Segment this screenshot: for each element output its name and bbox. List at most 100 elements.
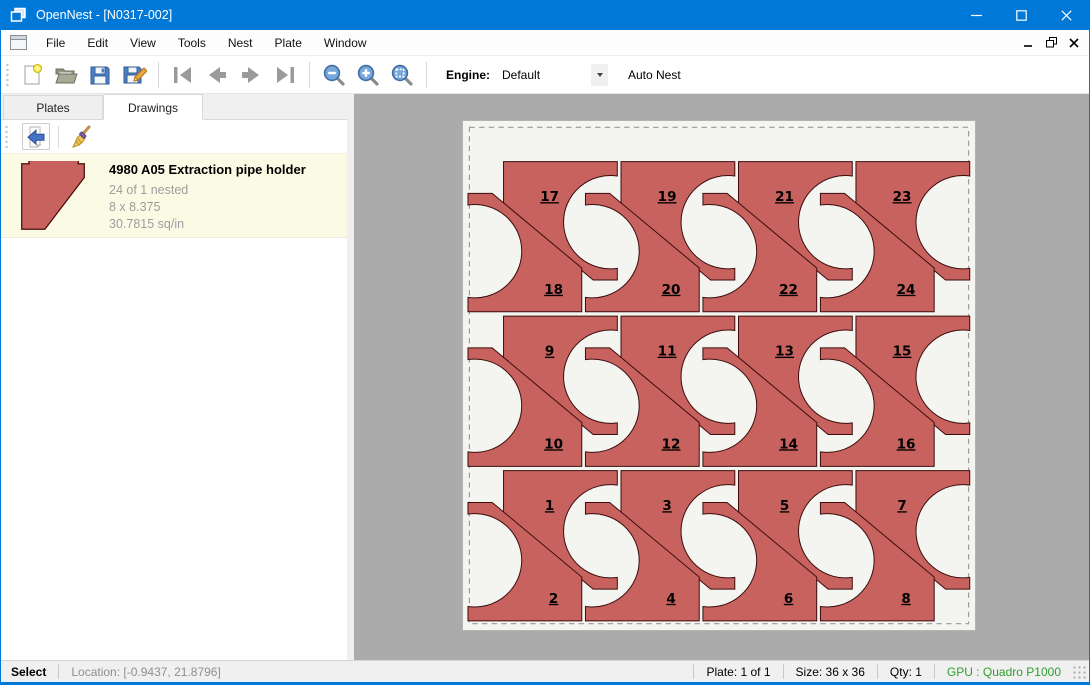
toolbar-separator [309, 62, 310, 88]
drawing-title: 4980 A05 Extraction pipe holder [109, 162, 306, 177]
import-drawing-button[interactable] [22, 123, 50, 150]
app-window: OpenNest - [N0317-002] File Edit View To… [0, 0, 1090, 685]
save-as-icon [121, 63, 147, 87]
plate-sheet[interactable]: 171819202122232491011121314151612345678 [462, 120, 976, 631]
zoom-out-icon [322, 63, 346, 87]
toolbar-separator [158, 62, 159, 88]
menu-view[interactable]: View [119, 30, 167, 56]
plate-svg: 171819202122232491011121314151612345678 [463, 121, 975, 630]
maximize-icon [1017, 10, 1026, 19]
panel-toolbar-separator [58, 126, 59, 148]
tab-drawings[interactable]: Drawings [103, 94, 203, 120]
part-number-label: 3 [662, 498, 671, 514]
part-number-label: 11 [658, 344, 677, 360]
app-icon [10, 7, 27, 23]
status-mode: Select [1, 665, 58, 679]
mdi-minimize-button[interactable] [1024, 38, 1034, 48]
part-number-label: 13 [775, 344, 794, 360]
status-bar: Select Location: [-0.9437, 21.8796] Plat… [1, 660, 1089, 682]
part-thumbnail [15, 161, 91, 232]
left-panel: Plates Drawings [1, 94, 347, 660]
maximize-button[interactable] [999, 0, 1044, 30]
main-toolbar: Engine: Default Auto Nest [1, 56, 1089, 94]
save-as-button[interactable] [118, 60, 150, 90]
mdi-close-button[interactable] [1069, 38, 1079, 48]
status-gpu: GPU : Quadro P1000 [935, 665, 1073, 679]
zoom-fit-button[interactable] [386, 60, 418, 90]
minimize-button[interactable] [954, 0, 999, 30]
menu-file[interactable]: File [35, 30, 76, 56]
status-qty: Qty: 1 [878, 665, 934, 679]
open-folder-icon [53, 63, 79, 87]
status-plate: Plate: 1 of 1 [694, 665, 782, 679]
close-icon [1062, 10, 1071, 19]
panel-tabs: Plates Drawings [1, 94, 347, 120]
part-number-label: 14 [779, 436, 798, 452]
drawing-list-item[interactable]: 4980 A05 Extraction pipe holder 24 of 1 … [1, 153, 347, 238]
previous-arrow-icon [204, 65, 230, 85]
menu-plate[interactable]: Plate [264, 30, 313, 56]
part-number-label: 17 [540, 189, 559, 205]
save-button[interactable] [84, 60, 116, 90]
part-number-label: 6 [784, 591, 793, 607]
part-number-label: 5 [780, 498, 789, 514]
zoom-fit-icon [390, 63, 414, 87]
panel-toolbar-drag-handle[interactable] [4, 124, 9, 150]
chevron-down-icon[interactable] [591, 64, 608, 86]
first-plate-button[interactable] [167, 60, 199, 90]
previous-plate-button[interactable] [201, 60, 233, 90]
import-arrow-icon [25, 126, 47, 148]
drawings-toolbar [1, 120, 347, 153]
engine-label: Engine: [446, 68, 490, 82]
drawings-list-empty-area [1, 238, 347, 660]
broom-icon [69, 125, 93, 149]
part-number-label: 16 [897, 436, 916, 452]
open-button[interactable] [50, 60, 82, 90]
drawing-nested-count: 24 of 1 nested [109, 182, 306, 199]
tab-plates[interactable]: Plates [3, 95, 103, 119]
zoom-out-button[interactable] [318, 60, 350, 90]
part-number-label: 2 [549, 591, 558, 607]
mdi-restore-button[interactable] [1046, 37, 1057, 48]
first-arrow-icon [170, 65, 196, 85]
engine-value: Default [498, 68, 591, 82]
next-arrow-icon [238, 65, 264, 85]
new-button[interactable] [16, 60, 48, 90]
clear-drawings-button[interactable] [67, 123, 95, 150]
new-file-icon [20, 63, 44, 87]
document-window-icon[interactable] [10, 35, 27, 50]
part-number-label: 4 [666, 591, 675, 607]
part-number-label: 24 [897, 282, 916, 298]
menu-edit[interactable]: Edit [76, 30, 119, 56]
part-number-label: 20 [662, 282, 681, 298]
part-number-label: 1 [545, 498, 554, 514]
status-location: Location: [-0.9437, 21.8796] [59, 665, 232, 679]
last-plate-button[interactable] [269, 60, 301, 90]
drawing-area: 30.7815 sq/in [109, 216, 306, 233]
part-number-label: 19 [658, 189, 677, 205]
toolbar-separator [426, 62, 427, 88]
window-title: OpenNest - [N0317-002] [36, 8, 954, 22]
auto-nest-button[interactable]: Auto Nest [622, 64, 687, 86]
menu-bar: File Edit View Tools Nest Plate Window [1, 30, 1089, 56]
save-icon [88, 63, 112, 87]
menu-window[interactable]: Window [313, 30, 378, 56]
part-number-label: 10 [544, 436, 563, 452]
menu-nest[interactable]: Nest [217, 30, 264, 56]
zoom-in-icon [356, 63, 380, 87]
engine-select[interactable]: Default [498, 63, 608, 87]
nesting-canvas[interactable]: 171819202122232491011121314151612345678 [354, 94, 1089, 660]
toolbar-drag-handle[interactable] [5, 62, 10, 88]
part-number-label: 22 [779, 282, 798, 298]
close-button[interactable] [1044, 0, 1089, 30]
drawing-dimensions: 8 x 8.375 [109, 199, 306, 216]
zoom-in-button[interactable] [352, 60, 384, 90]
part-number-label: 21 [775, 189, 794, 205]
part-number-label: 18 [544, 282, 563, 298]
last-arrow-icon [272, 65, 298, 85]
panel-splitter[interactable] [347, 94, 354, 660]
next-plate-button[interactable] [235, 60, 267, 90]
part-number-label: 8 [901, 591, 910, 607]
resize-grip[interactable] [1073, 664, 1087, 680]
menu-tools[interactable]: Tools [167, 30, 217, 56]
